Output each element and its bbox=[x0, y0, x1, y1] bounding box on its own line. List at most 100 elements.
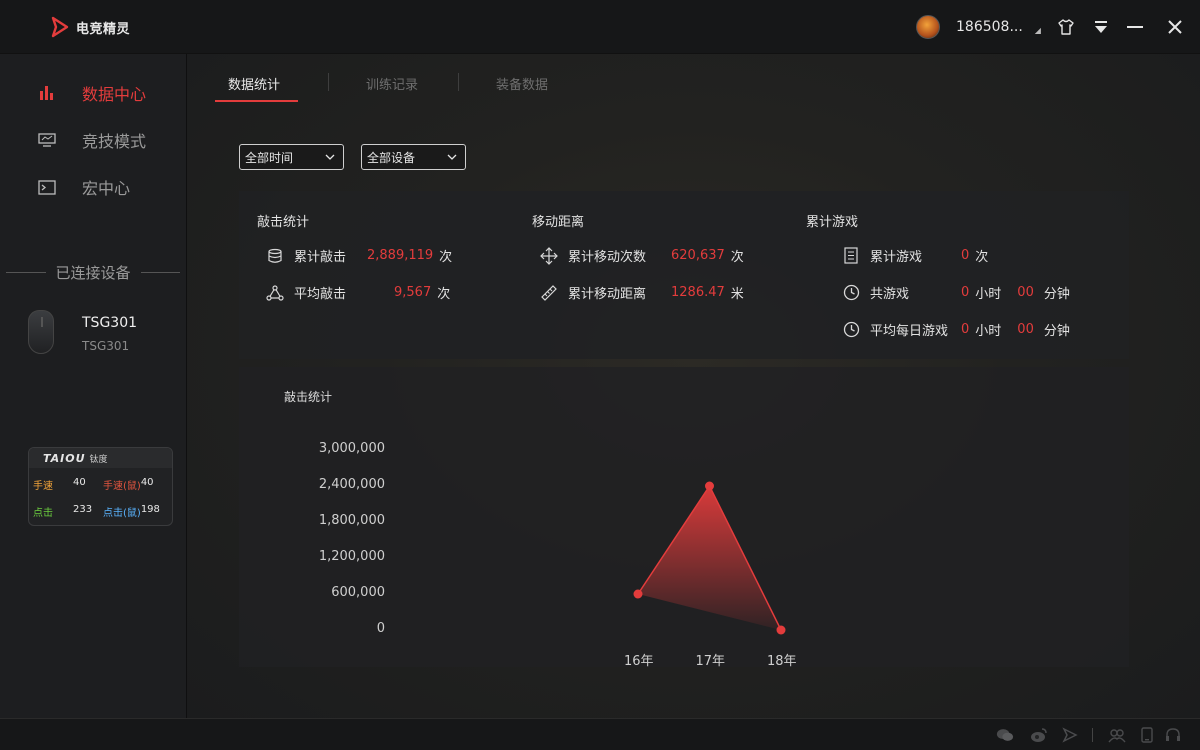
data-point-0[interactable] bbox=[633, 589, 643, 599]
stats-panel: 敲击统计 累计敲击 2,889,119 次 平均敲击 9,567 次 移动距离 bbox=[239, 191, 1129, 359]
community-icon[interactable] bbox=[1108, 727, 1126, 743]
minutes-unit: 分钟 bbox=[1043, 287, 1070, 302]
minutes-unit: 分钟 bbox=[1043, 324, 1070, 339]
total-games-unit: 次 bbox=[975, 250, 989, 265]
total-clicks-row: 累计敲击 2,889,119 次 bbox=[266, 246, 452, 265]
chevron-down-icon bbox=[325, 154, 335, 160]
list-icon bbox=[842, 247, 860, 265]
sidebar-item-competitive-mode[interactable]: 竞技模式 bbox=[38, 128, 146, 152]
tab-separator bbox=[458, 73, 459, 91]
tab-training-records[interactable]: 训练记录 bbox=[366, 74, 418, 93]
total-playtime-row: 共游戏 0 小时 00 分钟 bbox=[842, 283, 1070, 302]
time-filter-select[interactable]: 全部时间 bbox=[239, 144, 344, 170]
clock-icon bbox=[842, 321, 860, 339]
phone-icon[interactable] bbox=[1138, 727, 1156, 743]
sidebar: 数据中心 竞技模式 宏中心 已连接设备 TSG301 TSG301 TAIOU … bbox=[0, 54, 187, 718]
move-distance-row: 累计移动距离 1286.47 米 bbox=[540, 283, 744, 302]
tab-data-stats[interactable]: 数据统计 bbox=[228, 74, 280, 93]
taiou-logo: TAIOU bbox=[43, 451, 86, 465]
click-row: 点击 233 点击(鼠) 198 bbox=[33, 504, 160, 519]
skin-icon[interactable] bbox=[1055, 16, 1077, 38]
avg-clicks-label: 平均敲击 bbox=[294, 287, 347, 302]
wechat-icon[interactable] bbox=[996, 727, 1014, 743]
click-label: 点击 bbox=[33, 508, 53, 519]
footer-separator bbox=[1092, 728, 1093, 742]
download-icon[interactable] bbox=[1090, 16, 1112, 38]
user-caret-icon[interactable]: ◢ bbox=[1035, 26, 1041, 35]
active-tab-indicator bbox=[215, 100, 298, 102]
move-distance-label: 累计移动距离 bbox=[568, 287, 647, 302]
total-games-label: 累计游戏 bbox=[870, 250, 923, 265]
hand-speed-row: 手速 40 手速(鼠) 40 bbox=[33, 477, 154, 492]
device-filter-value: 全部设备 bbox=[367, 150, 416, 165]
hours-unit: 小时 bbox=[975, 324, 1002, 339]
total-playtime-hours: 0 bbox=[961, 285, 970, 300]
device-card[interactable]: TSG301 TSG301 bbox=[28, 310, 137, 354]
terminal-icon bbox=[38, 179, 56, 195]
sidebar-item-label: 宏中心 bbox=[82, 179, 131, 198]
device-model: TSG301 bbox=[82, 339, 130, 353]
avg-clicks-row: 平均敲击 9,567 次 bbox=[266, 283, 450, 302]
connected-devices-title: 已连接设备 bbox=[55, 264, 131, 282]
chevron-down-icon bbox=[447, 154, 457, 160]
database-icon bbox=[266, 247, 284, 265]
click-value: 233 bbox=[73, 504, 93, 515]
sidebar-item-label: 数据中心 bbox=[82, 85, 147, 104]
move-count-row: 累计移动次数 620,637 次 bbox=[540, 246, 744, 265]
total-clicks-value: 2,889,119 bbox=[367, 248, 434, 263]
sidebar-item-data-center[interactable]: 数据中心 bbox=[38, 81, 146, 105]
hours-unit: 小时 bbox=[975, 287, 1002, 302]
connected-devices-divider: 已连接设备 bbox=[6, 262, 181, 283]
move-count-unit: 次 bbox=[730, 250, 744, 265]
avatar[interactable] bbox=[916, 15, 940, 39]
move-distance-unit: 米 bbox=[730, 287, 744, 302]
tab-separator bbox=[328, 73, 329, 91]
click-mouse-value: 198 bbox=[140, 504, 160, 515]
ruler-icon bbox=[540, 284, 558, 302]
weibo-icon[interactable] bbox=[1030, 727, 1048, 743]
taiou-header: TAIOU 钛度 bbox=[29, 448, 172, 468]
device-name: TSG301 bbox=[82, 315, 138, 331]
taiou-stats-card: TAIOU 钛度 手速 40 手速(鼠) 40 点击 233 点击(鼠) 198 bbox=[28, 447, 173, 526]
avg-clicks-value: 9,567 bbox=[394, 285, 432, 300]
x-tick-label: 17年 bbox=[695, 654, 726, 669]
monitor-icon bbox=[38, 132, 56, 148]
bar-chart-icon bbox=[38, 85, 56, 101]
time-filter-value: 全部时间 bbox=[245, 150, 294, 165]
games-group-title: 累计游戏 bbox=[806, 215, 859, 230]
move-count-label: 累计移动次数 bbox=[568, 250, 647, 265]
move-distance-value: 1286.47 bbox=[671, 285, 725, 300]
daily-playtime-row: 平均每日游戏 0 小时 00 分钟 bbox=[842, 320, 1070, 339]
click-mouse-label: 点击(鼠) bbox=[103, 508, 141, 519]
data-point-2[interactable] bbox=[776, 625, 786, 635]
sidebar-item-macro-center[interactable]: 宏中心 bbox=[38, 175, 130, 199]
data-point-1[interactable] bbox=[705, 481, 714, 491]
area-series bbox=[638, 486, 781, 630]
app-logo: 电竞精灵 bbox=[50, 16, 130, 38]
main-content: 数据统计 训练记录 装备数据 全部时间 全部设备 敲击统计 累计敲击 2,889… bbox=[187, 54, 1200, 718]
footer-bar bbox=[0, 718, 1200, 750]
clock-icon bbox=[842, 284, 860, 302]
send-icon[interactable] bbox=[1061, 727, 1079, 743]
daily-playtime-minutes: 00 bbox=[1017, 322, 1034, 337]
chart-panel: 敲击统计 3,000,000 2,400,000 1,800,000 1,200,00… bbox=[239, 367, 1129, 669]
user-menu[interactable]: 186508... ◢ bbox=[916, 15, 1041, 39]
hand-speed-label: 手速 bbox=[33, 481, 53, 492]
tab-equipment-data[interactable]: 装备数据 bbox=[496, 74, 548, 93]
chart-plot bbox=[633, 481, 786, 635]
divider-line bbox=[6, 272, 46, 273]
logo-icon bbox=[51, 16, 69, 38]
total-games-value: 0 bbox=[961, 248, 970, 263]
app-window: 电竞精灵 186508... ◢ 数据中心 竞技模式 宏中心 已连接设备 TSG… bbox=[0, 0, 1200, 750]
hand-speed-mouse-label: 手速(鼠) bbox=[103, 481, 141, 492]
close-icon[interactable] bbox=[1164, 16, 1186, 38]
username[interactable]: 186508... bbox=[956, 19, 1023, 35]
logo-text: 电竞精灵 bbox=[76, 21, 131, 37]
total-playtime-label: 共游戏 bbox=[870, 287, 910, 302]
sidebar-item-label: 竞技模式 bbox=[82, 132, 147, 151]
minimize-icon[interactable] bbox=[1124, 16, 1146, 38]
movement-group-title: 移动距离 bbox=[532, 215, 585, 230]
device-filter-select[interactable]: 全部设备 bbox=[361, 144, 466, 170]
mouse-icon bbox=[28, 310, 54, 354]
headset-icon[interactable] bbox=[1164, 727, 1182, 743]
